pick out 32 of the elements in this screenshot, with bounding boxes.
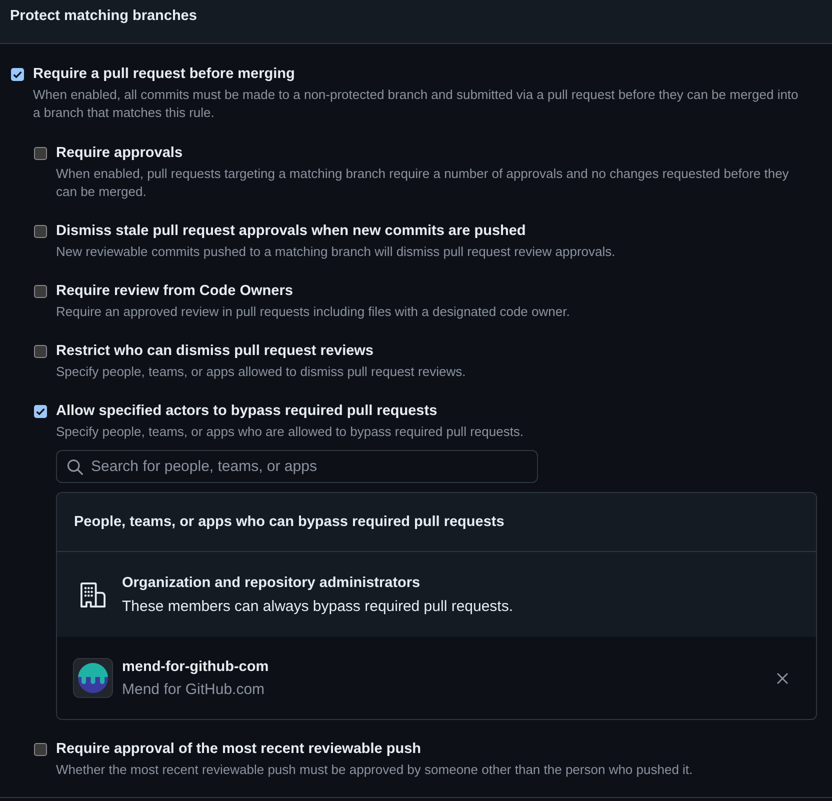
section-title: Protect matching branches [10,7,197,26]
actor-name: Organization and repository administrators [122,574,422,592]
bypass-list-title: People, teams, or apps who can bypass required pull requests [74,513,504,532]
actor-description: These members can always bypass required pull requests. [122,596,514,616]
option-description: Specify people, teams, or apps allowed to dismiss pull request reviews. [56,363,467,381]
option-description: When enabled, pull requests targeting a matching branch require a number of approvals and no changes requested before they can be merged. [56,165,790,201]
option-label: Require approvals [56,144,184,163]
option-description: Require an approved review in pull requests including files with a designated code owner. [56,303,571,321]
option-description: When enabled, all commits must be made to a non-protected branch and submitted via a pull request before they can be merged into a branch that matches this rule. [33,86,800,122]
close-icon [776,672,788,684]
app-logo-icon [73,658,113,698]
actor-name: mend-for-github-com [122,658,269,676]
search-field[interactable]: Search for people, teams, or apps [56,450,538,483]
option-description: New reviewable commits pushed to a matching branch will dismiss pull request review approvals. [56,243,616,261]
checkbox[interactable] [34,146,47,160]
option-label: Allow specified actors to bypass required pull requests [56,402,438,421]
checkbox[interactable] [34,742,47,756]
actor-description: Mend for GitHub.com [122,680,266,700]
option-description: Specify people, teams, or apps who are allowed to bypass required pull requests. [56,423,525,441]
option-label: Restrict who can dismiss pull request reviews [56,342,374,361]
building-icon [78,580,108,610]
checkbox[interactable] [34,224,47,238]
checkbox[interactable] [34,404,47,418]
search-icon [67,459,83,475]
option-label: Dismiss stale pull request approvals when new commits are pushed [56,222,527,241]
checkbox[interactable] [34,344,47,358]
option-label: Require approval of the most recent reviewable push [56,740,422,759]
option-label: Require review from Code Owners [56,282,294,301]
option-label: Require a pull request before merging [33,65,296,84]
option-description: Whether the most recent reviewable push must be approved by someone other than the person who pushed it. [56,761,694,779]
checkbox[interactable] [11,68,24,80]
checkbox[interactable] [34,284,47,298]
